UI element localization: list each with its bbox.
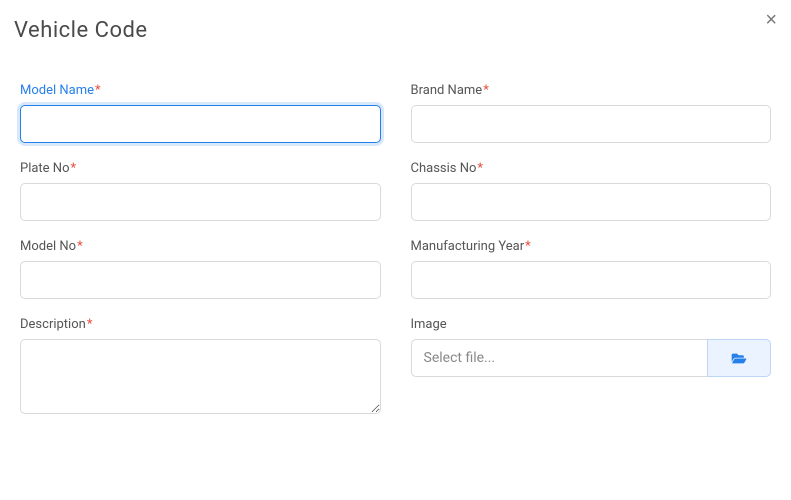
chassis-no-label-text: Chassis No [411, 161, 477, 176]
model-no-label: Model No* [20, 239, 381, 254]
chassis-no-group: Chassis No* [411, 161, 772, 221]
right-column: Brand Name* Chassis No* Manufacturing Ye… [411, 83, 772, 436]
brand-name-input[interactable] [411, 105, 772, 143]
description-group: Description* [20, 317, 381, 418]
plate-no-label: Plate No* [20, 161, 381, 176]
description-label-text: Description [20, 317, 86, 332]
required-star: * [77, 239, 83, 254]
brand-name-label: Brand Name* [411, 83, 772, 98]
file-input-display[interactable]: Select file... [411, 339, 708, 377]
modal-header: Vehicle Code × [0, 0, 791, 53]
plate-no-label-text: Plate No [20, 161, 70, 176]
chassis-no-input[interactable] [411, 183, 772, 221]
image-label-text: Image [411, 317, 447, 332]
required-star: * [87, 317, 93, 332]
model-name-group: Model Name* [20, 83, 381, 143]
model-name-label: Model Name* [20, 83, 381, 98]
plate-no-input[interactable] [20, 183, 381, 221]
plate-no-group: Plate No* [20, 161, 381, 221]
chassis-no-label: Chassis No* [411, 161, 772, 176]
brand-name-group: Brand Name* [411, 83, 772, 143]
file-browse-button[interactable] [707, 339, 771, 377]
required-star: * [477, 161, 483, 176]
manufacturing-year-group: Manufacturing Year* [411, 239, 772, 299]
image-label: Image [411, 317, 772, 332]
model-no-group: Model No* [20, 239, 381, 299]
required-star: * [483, 83, 489, 98]
form-body: Model Name* Plate No* Model No* Descript… [0, 53, 791, 456]
folder-open-icon [731, 352, 747, 365]
modal-title: Vehicle Code [14, 18, 771, 43]
description-label: Description* [20, 317, 381, 332]
left-column: Model Name* Plate No* Model No* Descript… [20, 83, 381, 436]
close-icon: × [765, 9, 777, 31]
model-name-input[interactable] [20, 105, 381, 143]
model-name-label-text: Model Name [20, 83, 94, 98]
description-textarea[interactable] [20, 339, 381, 414]
manufacturing-year-input[interactable] [411, 261, 772, 299]
required-star: * [525, 239, 531, 254]
brand-name-label-text: Brand Name [411, 83, 483, 98]
required-star: * [71, 161, 77, 176]
required-star: * [95, 83, 101, 98]
file-input-wrapper: Select file... [411, 339, 772, 377]
close-button[interactable]: × [765, 10, 777, 30]
image-group: Image Select file... [411, 317, 772, 377]
manufacturing-year-label-text: Manufacturing Year [411, 239, 525, 254]
model-no-input[interactable] [20, 261, 381, 299]
manufacturing-year-label: Manufacturing Year* [411, 239, 772, 254]
model-no-label-text: Model No [20, 239, 76, 254]
